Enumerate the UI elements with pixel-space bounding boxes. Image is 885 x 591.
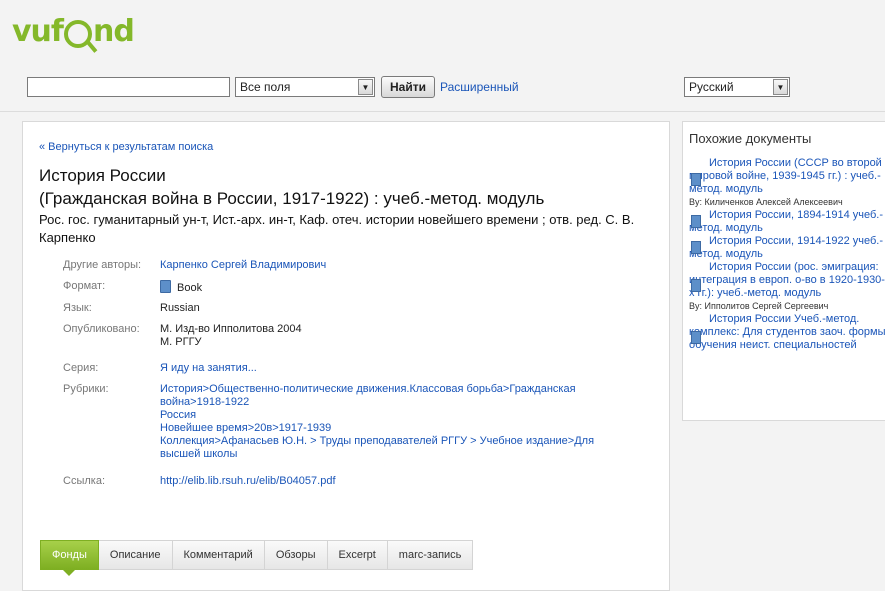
- similar-items-list: История России (СССР во второй мировой в…: [689, 157, 885, 352]
- published-line: М. РГГУ: [160, 336, 202, 348]
- chevron-down-icon[interactable]: ▼: [773, 79, 788, 95]
- author-link[interactable]: Карпенко Сергей Владимирович: [160, 259, 630, 272]
- similar-items-panel: Похожие документы История России (СССР в…: [682, 121, 885, 421]
- language-label: Язык:: [63, 302, 92, 314]
- similar-item-link[interactable]: История России Учеб.-метод. комплекс: Дл…: [689, 313, 885, 352]
- tab-comments[interactable]: Комментарий: [172, 540, 265, 570]
- logo-text-end: nd: [92, 14, 135, 49]
- link-label: Ссылка:: [63, 475, 105, 487]
- language-value: Russian: [160, 302, 200, 314]
- similar-items-title: Похожие документы: [689, 131, 812, 146]
- search-button[interactable]: Найти: [381, 76, 435, 98]
- tab-excerpt[interactable]: Excerpt: [327, 540, 388, 570]
- logo-text-start: vuf: [12, 14, 64, 49]
- header-divider: [0, 111, 885, 112]
- series-label: Серия:: [63, 362, 99, 374]
- magnifier-icon: [63, 20, 92, 48]
- record-subtitle: (Гражданская война в России, 1917-1922) …: [39, 189, 545, 208]
- document-icon: [691, 241, 701, 254]
- chevron-down-icon[interactable]: ▼: [358, 79, 373, 95]
- subjects-label: Рубрики:: [63, 383, 109, 395]
- published-label: Опубликовано:: [63, 323, 140, 335]
- published-line: М. Изд-во Ипполитова 2004: [160, 323, 302, 335]
- search-field-select[interactable]: Все поля ▼: [235, 77, 375, 97]
- record-responsibility: Рос. гос. гуманитарный ун-т, Ист.-арх. и…: [39, 212, 635, 245]
- document-icon: [691, 173, 701, 186]
- record-tabs: Фонды Описание Комментарий Обзоры Excerp…: [40, 540, 474, 576]
- fulltext-link[interactable]: http://elib.lib.rsuh.ru/elib/B04057.pdf: [160, 475, 630, 488]
- similar-item-link[interactable]: История России, 1894-1914 учеб.-метод. м…: [689, 209, 885, 235]
- language-select[interactable]: Русский ▼: [684, 77, 790, 97]
- tab-description[interactable]: Описание: [98, 540, 173, 570]
- tab-reviews[interactable]: Обзоры: [264, 540, 328, 570]
- advanced-search-link[interactable]: Расширенный: [440, 80, 519, 94]
- similar-item-author: By: Киличенков Алексей Алексеевич: [689, 197, 843, 207]
- similar-item-link[interactable]: История России, 1914-1922 учеб.-метод. м…: [689, 235, 885, 261]
- record-title: История России: [39, 166, 166, 185]
- search-field-value: Все поля: [240, 80, 291, 94]
- language-value: Русский: [689, 80, 734, 94]
- subject-link[interactable]: Россия: [160, 409, 620, 422]
- list-item: История России (СССР во второй мировой в…: [689, 157, 885, 209]
- tab-holdings[interactable]: Фонды: [40, 540, 99, 576]
- record-panel: « Вернуться к результатам поиска История…: [22, 121, 670, 591]
- list-item: История России Учеб.-метод. комплекс: Дл…: [689, 313, 885, 352]
- subject-link[interactable]: История>Общественно-политические движени…: [160, 383, 620, 409]
- tab-marc[interactable]: marc-запись: [387, 540, 474, 570]
- search-input[interactable]: [27, 77, 230, 97]
- similar-item-link[interactable]: История России (СССР во второй мировой в…: [689, 157, 885, 196]
- series-link[interactable]: Я иду на занятия...: [160, 362, 630, 375]
- list-item: История России, 1914-1922 учеб.-метод. м…: [689, 235, 885, 261]
- subject-link[interactable]: Новейшее время>20в>1917-1939: [160, 422, 620, 435]
- back-to-results-link[interactable]: « Вернуться к результатам поиска: [39, 141, 213, 153]
- search-bar: Все поля ▼ Найти Расширенный: [27, 76, 519, 98]
- document-icon: [691, 279, 701, 292]
- similar-item-author: By: Ипполитов Сергей Сергеевич: [689, 301, 829, 311]
- format-label: Формат:: [63, 280, 106, 292]
- similar-item-link[interactable]: История России (рос. эмиграция: интеграц…: [689, 261, 885, 300]
- format-value: Book: [177, 282, 203, 294]
- book-icon: [160, 280, 171, 293]
- subject-link[interactable]: Коллекция>Афанасьев Ю.Н. > Труды препода…: [160, 435, 620, 461]
- document-icon: [691, 331, 701, 344]
- list-item: История России (рос. эмиграция: интеграц…: [689, 261, 885, 313]
- document-icon: [691, 215, 701, 228]
- list-item: История России, 1894-1914 учеб.-метод. м…: [689, 209, 885, 235]
- authors-label: Другие авторы:: [63, 259, 142, 271]
- vufind-logo[interactable]: vuf nd: [12, 12, 135, 52]
